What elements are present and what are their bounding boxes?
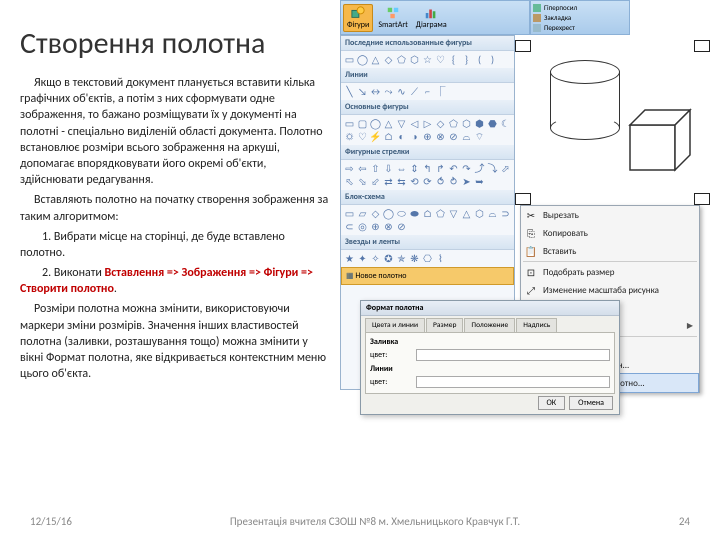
lines-section-label: Линии [370,364,610,374]
ctx-copy[interactable]: ⎘Копировать [521,224,699,242]
recent-shapes[interactable]: ▭◯△◇⬠⬡☆♡{}() [341,51,514,68]
ribbon-insert-illustrations: Фігури SmartArt Діаграма [340,0,530,35]
ctx-fit[interactable]: ⊡Подобрать размер [521,263,699,281]
copy-icon: ⎘ [525,227,537,239]
ctx-scale[interactable]: ⤢Изменение масштаба рисунка [521,281,699,299]
fill-color-dropdown[interactable] [416,349,610,361]
cancel-button[interactable]: Отмена [569,396,613,410]
tab-layout[interactable]: Положение [464,318,515,332]
smartart-icon [386,6,400,20]
shapes-button[interactable]: Фігури [343,4,373,32]
crossref-icon [533,24,541,32]
basic-shapes[interactable]: ▭▢◯△▽◁▷◇⬠⬡⬢⬣ ☾☼♡⚡⌂◐◑⊕⊗⊘⌓⌔ [341,115,514,145]
cube-shape[interactable] [630,110,695,170]
shapes-label: Фігури [347,20,369,30]
line-color-dropdown[interactable] [416,376,610,388]
body-text: Якщо в текстовий документ планується вст… [20,75,330,386]
line-color-label: цвет: [370,377,410,387]
crossref-label[interactable]: Перехрест [544,23,575,32]
hyperlink-label[interactable]: Гіперпосил [544,3,577,12]
para-2: Вставляють полотно на початку створення … [20,192,330,224]
fill-section-label: Заливка [370,337,610,347]
star-shapes[interactable]: ★✦✧✪✯❋⎔⌇ [341,250,514,267]
hyperlink-icon [533,4,541,12]
ok-button[interactable]: ОК [538,396,566,410]
scale-icon: ⤢ [525,284,537,296]
tab-other[interactable]: Надпись [516,318,557,332]
new-canvas-item[interactable]: ▦ Новое полотно [341,267,514,285]
arrow-shapes[interactable]: ⇨⇦⇧⇩⇔⇕↰↱↶↷⤴⤵ ⬀⬁⬂⬃⇄⇆⟲⟳⥀⥁➤➥ [341,160,514,190]
step-2-pre: 2. Виконати [42,266,105,280]
group-basic: Основные фигуры [341,100,514,115]
group-recent: Последние использованные фигуры [341,36,514,51]
dialog-tabs: Цвета и линии Размер Положение Надпись [361,316,619,332]
shapes-icon [351,6,365,20]
lines-shapes[interactable]: ╲↘↔⤳∿⟋⌐⎾ [341,83,514,100]
bookmark-label[interactable]: Закладка [544,13,571,22]
step-2: 2. Виконати Вставлення => Зображення => … [20,265,330,297]
format-canvas-dialog: Формат полотна Цвета и линии Размер Поло… [360,300,620,415]
ribbon-links: Гіперпосил Закладка Перехрест [530,0,630,35]
canvas-handle-br[interactable] [694,193,710,205]
slide-title: Створення полотна [20,25,265,62]
footer-date: 12/15/16 [30,515,100,528]
flow-shapes[interactable]: ▭▱◇◯⬭⬬⌂⬠▽△⬡⌓ ⊃⊂◎⊕⊗⊘ [341,205,514,235]
scissors-icon: ✂ [525,209,537,221]
dialog-title: Формат полотна [361,301,619,316]
para-3: Розміри полотна можна змінити, використо… [20,301,330,382]
fit-icon: ⊡ [525,266,537,278]
slide-footer: 12/15/16 Презентація вчителя СЗОШ №8 м. … [0,515,720,528]
chart-label: Діаграма [416,20,447,30]
smartart-label: SmartArt [378,20,407,30]
step-2-post: . [114,282,117,296]
ctx-cut[interactable]: ✂Вырезать [521,206,699,224]
canvas-handle-bl[interactable] [515,193,531,205]
cylinder-shape[interactable] [550,60,620,140]
paste-icon: 📋 [525,245,537,257]
canvas-handle-tl[interactable] [515,40,531,52]
group-flow: Блок-схема [341,190,514,205]
para-1: Якщо в текстовий документ планується вст… [20,75,330,188]
drawing-canvas[interactable] [515,40,710,205]
group-arrows: Фигурные стрелки [341,145,514,160]
footer-page: 24 [650,515,690,528]
smartart-button[interactable]: SmartArt [375,5,410,31]
canvas-handle-tr[interactable] [694,40,710,52]
group-lines: Линии [341,68,514,83]
chart-icon [424,6,438,20]
footer-center: Презентація вчителя СЗОШ №8 м. Хмельниць… [100,515,650,528]
ctx-paste[interactable]: 📋Вставить [521,242,699,260]
tab-size[interactable]: Размер [426,318,463,332]
color-label: цвет: [370,350,410,360]
chart-button[interactable]: Діаграма [413,5,450,31]
group-stars: Звезды и ленты [341,235,514,250]
dialog-pane: Заливка цвет: Линии цвет: [365,332,615,394]
bookmark-icon [533,14,541,22]
step-1: 1. Вибрати місце на сторінці, де буде вс… [20,229,330,261]
tab-colors[interactable]: Цвета и линии [365,318,425,332]
